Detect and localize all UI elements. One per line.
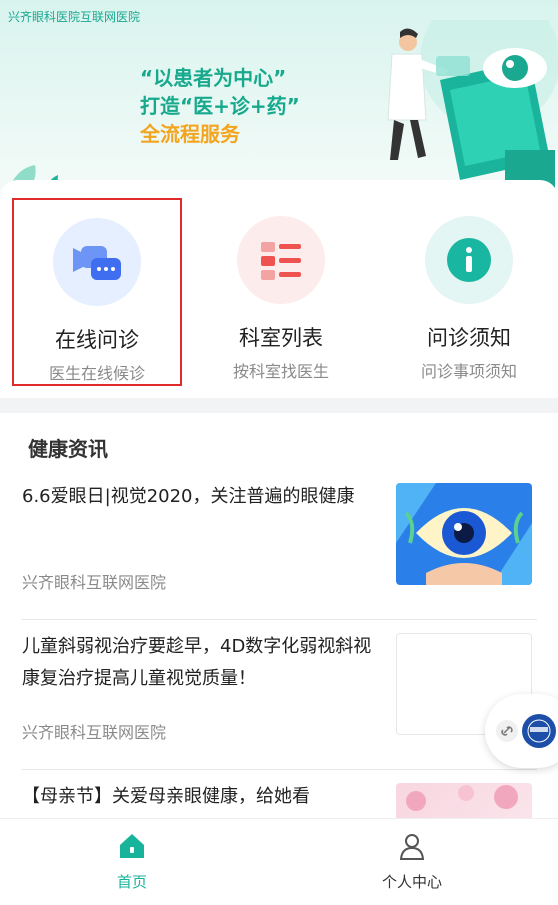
news-item[interactable]: 6.6爱眼日|视觉2020，关注普遍的眼健康 兴齐眼科互联网医院 xyxy=(22,481,537,620)
entry-consultation-notice[interactable]: 问诊须知 问诊事项须知 xyxy=(384,198,554,388)
user-icon xyxy=(399,834,425,860)
info-icon xyxy=(425,216,513,304)
news-item[interactable]: 儿童斜弱视治疗要趁早，4D数字化弱视斜视康复治疗提高儿童视觉质量！ 兴齐眼科互联… xyxy=(22,631,537,770)
entry-department-list[interactable]: 科室列表 按科室找医生 xyxy=(196,198,366,388)
top-banner[interactable]: 兴齐眼科医院互联网医院 “以患者为中心” 打造“医+诊+药” 全流程服务 xyxy=(0,0,558,205)
banner-slogan: “以患者为中心” 打造“医+诊+药” 全流程服务 xyxy=(140,64,300,148)
slogan-line-3: 全流程服务 xyxy=(140,122,240,146)
slogan-line-1: “以患者为中心” xyxy=(140,66,287,90)
news-item[interactable]: 【母亲节】关爱母亲眼健康，给她看 xyxy=(22,781,537,818)
quick-entry-panel: 在线问诊 医生在线候诊 科室列表 按科室找医生 问诊须知 问诊事项须知 xyxy=(0,180,558,398)
tab-home-label: 首页 xyxy=(116,873,147,891)
entry-subtitle: 按科室找医生 xyxy=(232,362,329,381)
tab-personal-center[interactable]: 个人中心 xyxy=(352,831,472,892)
tab-personal-center-label: 个人中心 xyxy=(381,873,442,891)
slogan-line-2: 打造“医+诊+药” xyxy=(140,94,300,118)
health-news-section: 健康资讯 6.6爱眼日|视觉2020，关注普遍的眼健康 兴齐眼科互联网医院 儿童… xyxy=(0,413,558,818)
news-title: 6.6爱眼日|视觉2020，关注普遍的眼健康 xyxy=(22,486,355,507)
news-source: 兴齐眼科互联网医院 xyxy=(22,723,167,742)
list-icon xyxy=(237,216,325,304)
entry-subtitle: 问诊事项须知 xyxy=(420,362,517,381)
tab-home[interactable]: 首页 xyxy=(72,831,192,892)
news-agency-logo-icon xyxy=(522,714,556,748)
entry-subtitle: 医生在线候诊 xyxy=(48,364,145,383)
entry-title: 在线问诊 xyxy=(55,328,139,352)
news-title: 【母亲节】关爱母亲眼健康，给她看 xyxy=(22,786,310,807)
news-source: 兴齐眼科互联网医院 xyxy=(22,573,167,592)
video-chat-icon xyxy=(53,218,141,306)
entry-title: 问诊须知 xyxy=(427,326,511,350)
section-title: 健康资讯 xyxy=(28,437,108,461)
bottom-tab-bar: 首页 个人中心 xyxy=(0,818,558,905)
floating-share-button[interactable] xyxy=(485,694,558,768)
doctor-illustration xyxy=(387,20,558,190)
home-icon xyxy=(120,834,144,858)
news-thumbnail-eye xyxy=(396,483,532,585)
entry-online-consultation[interactable]: 在线问诊 医生在线候诊 xyxy=(12,198,182,386)
hospital-name: 兴齐眼科医院互联网医院 xyxy=(8,10,141,24)
entry-title: 科室列表 xyxy=(239,326,323,350)
link-icon xyxy=(496,720,518,742)
news-thumbnail-flowers xyxy=(396,783,532,818)
news-title: 儿童斜弱视治疗要趁早，4D数字化弱视斜视康复治疗提高儿童视觉质量！ xyxy=(22,636,372,689)
